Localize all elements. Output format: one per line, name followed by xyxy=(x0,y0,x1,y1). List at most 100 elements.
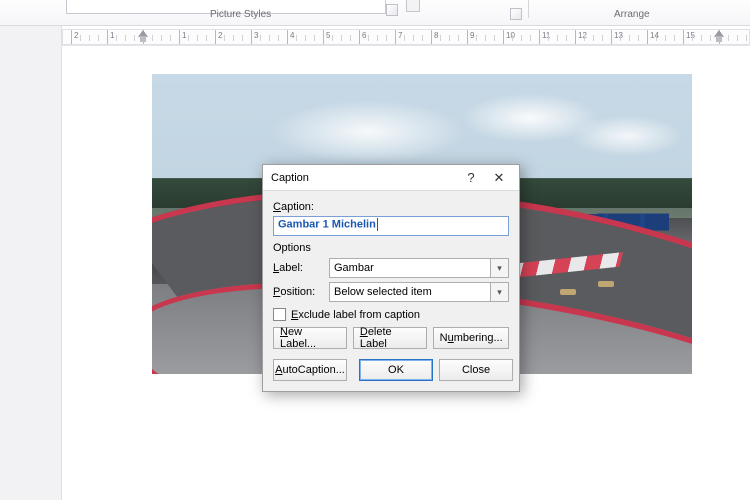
document-area: MICHELIN MICHELIN MICHELIN Caption ? ✕ C… xyxy=(0,46,750,500)
ruler-tick xyxy=(215,30,216,44)
ruler-number: 9 xyxy=(470,31,474,40)
ruler-number: 4 xyxy=(290,31,294,40)
ruler-tick xyxy=(431,30,432,44)
new-label-button[interactable]: New Label... xyxy=(273,327,347,349)
right-margin-marker[interactable] xyxy=(714,30,724,44)
ruler-minor-tick xyxy=(548,35,549,41)
ruler-minor-tick xyxy=(116,35,117,41)
numbering-button[interactable]: Numbering... xyxy=(433,327,509,349)
ruler-row: 2112345678910111213141517 xyxy=(0,26,750,46)
ruler-number: 14 xyxy=(650,31,659,40)
ruler-minor-tick xyxy=(170,35,171,41)
picture-border-button[interactable] xyxy=(406,0,420,12)
ruler-minor-tick xyxy=(530,35,531,41)
ruler-minor-tick xyxy=(242,35,243,41)
ruler-tick xyxy=(323,30,324,44)
ruler-number: 12 xyxy=(578,31,587,40)
ruler-number: 11 xyxy=(542,31,550,40)
ruler-minor-tick xyxy=(305,35,306,41)
ruler-number: 3 xyxy=(254,31,258,40)
ruler-number: 2 xyxy=(218,31,222,40)
dialog-title: Caption xyxy=(271,172,457,184)
exclude-label-row[interactable]: Exclude label from caption xyxy=(273,308,509,321)
close-x-button[interactable]: ✕ xyxy=(485,168,513,188)
group-label-arrange: Arrange xyxy=(614,9,650,20)
ruler-minor-tick xyxy=(341,35,342,41)
ruler-minor-tick xyxy=(620,35,621,41)
ruler-minor-tick xyxy=(476,35,477,41)
autocaption-button[interactable]: AutoCaption... xyxy=(273,359,347,381)
ruler-tick xyxy=(503,30,504,44)
ruler-number: 2 xyxy=(74,31,78,40)
ruler-minor-tick xyxy=(89,35,90,41)
caption-field-label: Caption: xyxy=(273,201,509,213)
ruler-number: 7 xyxy=(398,31,402,40)
options-heading: Options xyxy=(273,242,509,254)
ruler-minor-tick xyxy=(233,35,234,41)
label-select-value: Gambar xyxy=(334,262,374,274)
ruler-minor-tick xyxy=(494,35,495,41)
left-margin-marker[interactable] xyxy=(138,30,148,44)
ruler-gutter xyxy=(0,26,62,46)
document-page[interactable]: MICHELIN MICHELIN MICHELIN Caption ? ✕ C… xyxy=(62,46,750,500)
ruler-minor-tick xyxy=(629,35,630,41)
ruler-tick xyxy=(359,30,360,44)
picture-layout-dialog-launcher[interactable] xyxy=(510,8,522,20)
ruler-tick xyxy=(287,30,288,44)
ruler-minor-tick xyxy=(161,35,162,41)
ruler-minor-tick xyxy=(746,35,747,41)
ruler-minor-tick xyxy=(485,35,486,41)
options-section: Options Label: Gambar ▾ Position: Below … xyxy=(273,242,509,302)
ruler-minor-tick xyxy=(197,35,198,41)
ruler-tick xyxy=(575,30,576,44)
ruler-minor-tick xyxy=(98,35,99,41)
close-icon: ✕ xyxy=(494,170,505,186)
label-buttons-row: New Label... Delete Label Numbering... xyxy=(273,327,509,349)
ruler-minor-tick xyxy=(449,35,450,41)
exclude-label-text: Exclude label from caption xyxy=(291,309,420,321)
picture-styles-dialog-launcher[interactable] xyxy=(386,4,398,16)
horizontal-ruler[interactable]: 2112345678910111213141517 xyxy=(62,29,750,45)
ruler-minor-tick xyxy=(404,35,405,41)
caption-input[interactable]: Gambar 1 Michelin xyxy=(273,216,509,236)
image-car xyxy=(598,281,614,287)
ruler-minor-tick xyxy=(602,35,603,41)
ruler-tick xyxy=(647,30,648,44)
dialog-footer: AutoCaption... OK Close xyxy=(273,359,509,381)
ruler-minor-tick xyxy=(566,35,567,41)
ruler-minor-tick xyxy=(737,35,738,41)
ruler-number: 8 xyxy=(434,31,438,40)
delete-label-button[interactable]: Delete Label xyxy=(353,327,427,349)
exclude-label-checkbox[interactable] xyxy=(273,308,286,321)
ruler-number: 15 xyxy=(686,31,695,40)
ruler-tick xyxy=(179,30,180,44)
label-row: Label: Gambar ▾ xyxy=(273,258,509,278)
ruler-minor-tick xyxy=(188,35,189,41)
image-sky xyxy=(152,82,692,172)
ruler-minor-tick xyxy=(134,35,135,41)
ruler-minor-tick xyxy=(584,35,585,41)
ok-button[interactable]: OK xyxy=(359,359,433,381)
close-button[interactable]: Close xyxy=(439,359,513,381)
vertical-ruler-gutter xyxy=(0,46,62,500)
ruler-number: 10 xyxy=(506,31,515,40)
ruler-minor-tick xyxy=(386,35,387,41)
label-select[interactable]: Gambar ▾ xyxy=(329,258,509,278)
help-button[interactable]: ? xyxy=(457,168,485,188)
caption-input-value: Gambar 1 Michelin xyxy=(278,218,376,230)
ruler-minor-tick xyxy=(377,35,378,41)
ruler-minor-tick xyxy=(269,35,270,41)
ruler-tick xyxy=(539,30,540,44)
ruler-minor-tick xyxy=(593,35,594,41)
ruler-minor-tick xyxy=(638,35,639,41)
ruler-number: 5 xyxy=(326,31,330,40)
position-select[interactable]: Below selected item ▾ xyxy=(329,282,509,302)
ruler-minor-tick xyxy=(296,35,297,41)
help-icon: ? xyxy=(467,170,474,185)
ruler-minor-tick xyxy=(521,35,522,41)
dialog-titlebar[interactable]: Caption ? ✕ xyxy=(263,165,519,191)
ruler-tick xyxy=(71,30,72,44)
chevron-down-icon: ▾ xyxy=(490,259,508,277)
ruler-minor-tick xyxy=(413,35,414,41)
ruler-minor-tick xyxy=(557,35,558,41)
